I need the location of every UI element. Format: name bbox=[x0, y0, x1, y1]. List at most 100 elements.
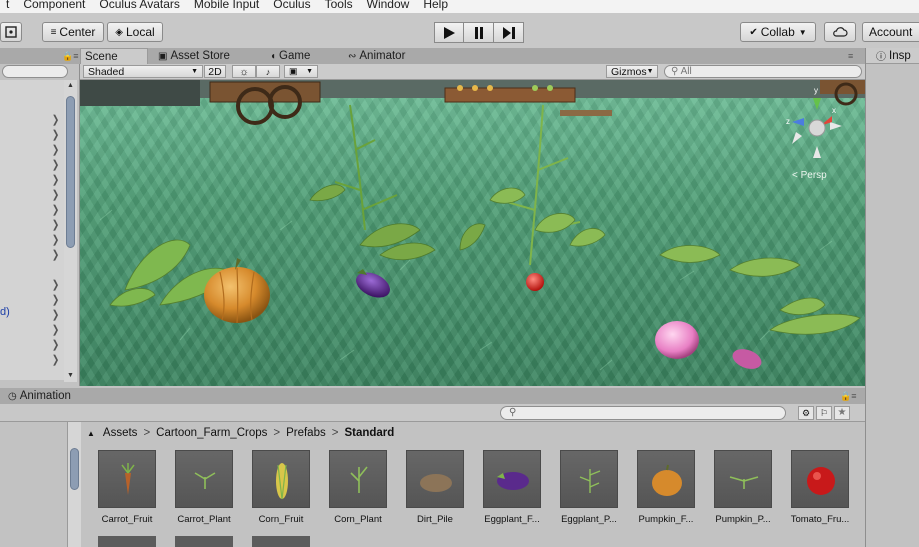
tomato[interactable] bbox=[526, 273, 544, 291]
corn-plant-b[interactable] bbox=[499, 104, 581, 266]
asset-item[interactable]: Pumpkin_P... bbox=[708, 450, 778, 525]
expand-arrow-icon[interactable]: ❯ bbox=[52, 218, 59, 231]
plant-mid[interactable] bbox=[309, 184, 486, 261]
asset-item[interactable]: Pumpkin_F... bbox=[631, 450, 701, 525]
account-dropdown[interactable]: Account bbox=[862, 22, 919, 42]
perspective-label[interactable]: < Persp bbox=[792, 170, 827, 181]
breadcrumb-prefabs[interactable]: Prefabs bbox=[286, 427, 326, 439]
shop-icon: ▣ bbox=[158, 50, 168, 62]
cloud-button[interactable] bbox=[824, 22, 856, 42]
menu-item-window[interactable]: Window bbox=[361, 0, 418, 10]
pumpkin[interactable] bbox=[204, 258, 270, 324]
asset-label: Carrot_Fruit bbox=[101, 514, 153, 525]
hierarchy-search-input[interactable] bbox=[2, 65, 68, 78]
breadcrumb-assets[interactable]: Assets bbox=[103, 427, 138, 439]
asset-item-partial[interactable] bbox=[175, 536, 233, 547]
panel-menu-icon[interactable]: ≡ bbox=[848, 51, 853, 61]
expand-arrow-icon[interactable]: ❯ bbox=[52, 128, 59, 141]
cart-right[interactable] bbox=[820, 80, 865, 106]
chevron-down-icon: ▼ bbox=[646, 68, 654, 75]
menu-item-oculus[interactable]: Oculus bbox=[267, 0, 318, 10]
asset-item-partial[interactable] bbox=[98, 536, 156, 547]
menu-item-tools[interactable]: Tools bbox=[319, 0, 361, 10]
expand-arrow-icon[interactable]: ❯ bbox=[52, 278, 59, 291]
project-tree-scroll-thumb[interactable] bbox=[70, 448, 79, 490]
menu-item-component[interactable]: Component bbox=[17, 0, 93, 10]
cart-left[interactable] bbox=[209, 81, 321, 125]
expand-arrow-icon[interactable]: ❯ bbox=[52, 188, 59, 201]
expand-arrow-icon[interactable]: ❯ bbox=[52, 233, 59, 246]
tab-game[interactable]: ◖ Game bbox=[266, 48, 326, 64]
breadcrumb-cartoon-farm-crops[interactable]: Cartoon_Farm_Crops bbox=[156, 427, 267, 439]
tab-inspector[interactable]: ⓘ Insp bbox=[866, 48, 919, 64]
hierarchy-scroll-thumb[interactable] bbox=[66, 96, 75, 248]
menu-item-help[interactable]: Help bbox=[417, 0, 456, 10]
breadcrumb-standard[interactable]: Standard bbox=[344, 427, 394, 439]
audio-toggle[interactable]: ♪ bbox=[256, 65, 280, 78]
lock-icon[interactable]: 🔒≡ bbox=[62, 51, 78, 62]
expand-arrow-icon[interactable]: ❯ bbox=[52, 113, 59, 126]
scene-search-input[interactable]: ⚲ All bbox=[664, 65, 862, 78]
project-toolbar: ⚲ ⚙ ⚐ ★ bbox=[0, 404, 865, 422]
menu-item-mobile-input[interactable]: Mobile Input bbox=[188, 0, 267, 10]
expand-arrow-icon[interactable]: ❯ bbox=[52, 158, 59, 171]
gizmos-label: Gizmos bbox=[611, 65, 647, 78]
expand-arrow-icon[interactable]: ❯ bbox=[52, 143, 59, 156]
hierarchy-scrollbar[interactable]: ▲ ▼ bbox=[64, 80, 77, 382]
expand-arrow-icon[interactable]: ❯ bbox=[52, 203, 59, 216]
play-button[interactable] bbox=[434, 22, 464, 43]
favorites-button[interactable]: ★ bbox=[834, 406, 850, 420]
2d-mode-toggle[interactable]: 2D bbox=[204, 65, 226, 78]
asset-item[interactable]: Eggplant_F... bbox=[477, 450, 547, 525]
sun-icon: ☼ bbox=[239, 65, 249, 78]
expand-arrow-icon[interactable]: ❯ bbox=[52, 293, 59, 306]
corn-plant-a[interactable] bbox=[334, 104, 398, 231]
project-search-input[interactable]: ⚲ bbox=[500, 406, 786, 420]
hierarchy-item-partial[interactable]: d) bbox=[0, 306, 10, 318]
collab-dropdown[interactable]: ✔ Collab ▼ bbox=[740, 22, 816, 42]
rect-tool-button[interactable] bbox=[0, 22, 22, 42]
expand-arrow-icon[interactable]: ❯ bbox=[52, 248, 59, 261]
scene-viewport[interactable]: y z x < Persp bbox=[80, 80, 865, 386]
asset-item[interactable]: Dirt_Pile bbox=[400, 450, 470, 525]
filter-by-type-button[interactable]: ⚙ bbox=[798, 406, 814, 420]
scroll-up-icon[interactable]: ▲ bbox=[67, 82, 74, 89]
pause-button[interactable] bbox=[464, 22, 494, 43]
effects-dropdown[interactable]: ▣ ▼ bbox=[284, 65, 318, 78]
tab-animator[interactable]: ∾ Animator bbox=[344, 48, 424, 64]
pivot-space-toggle[interactable]: ◈ Local bbox=[107, 22, 163, 42]
panel-lock-icon[interactable]: 🔒≡ bbox=[840, 391, 856, 402]
asset-item[interactable]: Eggplant_P... bbox=[554, 450, 624, 525]
tab-scene[interactable]: Scene bbox=[80, 48, 148, 64]
lighting-toggle[interactable]: ☼ bbox=[232, 65, 256, 78]
asset-item[interactable]: Tomato_Fru... bbox=[785, 450, 855, 525]
expand-arrow-icon[interactable]: ❯ bbox=[52, 308, 59, 321]
gizmos-dropdown[interactable]: Gizmos ▼ bbox=[606, 65, 658, 78]
asset-item[interactable]: Carrot_Fruit bbox=[92, 450, 162, 525]
expand-arrow-icon[interactable]: ❯ bbox=[52, 353, 59, 366]
search-icon: ⚲ bbox=[509, 407, 517, 418]
menu-item-partial[interactable]: t bbox=[0, 0, 17, 10]
scroll-up-icon[interactable]: ▲ bbox=[87, 429, 95, 438]
pivot-center-toggle[interactable]: ≡ Center bbox=[42, 22, 104, 42]
expand-arrow-icon[interactable]: ❯ bbox=[52, 323, 59, 336]
eggplant[interactable] bbox=[352, 267, 394, 302]
asset-item[interactable]: Corn_Fruit bbox=[246, 450, 316, 525]
menu-item-oculus-avatars[interactable]: Oculus Avatars bbox=[93, 0, 187, 10]
hierarchy-panel: ≡ ❯ ❯ ❯ ❯ ❯ ❯ ❯ ❯ ❯ ❯ ❯ ❯ ❯ ❯ ❯ ❯ d) ▲ ▼ bbox=[0, 64, 80, 386]
asset-item[interactable]: Corn_Plant bbox=[323, 450, 393, 525]
turnip[interactable] bbox=[655, 321, 764, 373]
expand-arrow-icon[interactable]: ❯ bbox=[52, 338, 59, 351]
pumpkin-icon bbox=[637, 450, 695, 508]
tab-asset-store[interactable]: ▣ Asset Store bbox=[154, 48, 240, 64]
asset-item-partial[interactable] bbox=[252, 536, 310, 547]
scroll-down-icon[interactable]: ▼ bbox=[67, 372, 74, 379]
filter-by-label-button[interactable]: ⚐ bbox=[816, 406, 832, 420]
tab-animation[interactable]: ◷ Animation bbox=[4, 388, 94, 404]
shading-mode-dropdown[interactable]: Shaded ▼ bbox=[83, 65, 203, 78]
step-button[interactable] bbox=[494, 22, 524, 43]
expand-arrow-icon[interactable]: ❯ bbox=[52, 173, 59, 186]
asset-item[interactable]: Carrot_Plant bbox=[169, 450, 239, 525]
project-tree-scrollbar[interactable] bbox=[67, 422, 81, 547]
plant-right[interactable] bbox=[489, 187, 861, 335]
